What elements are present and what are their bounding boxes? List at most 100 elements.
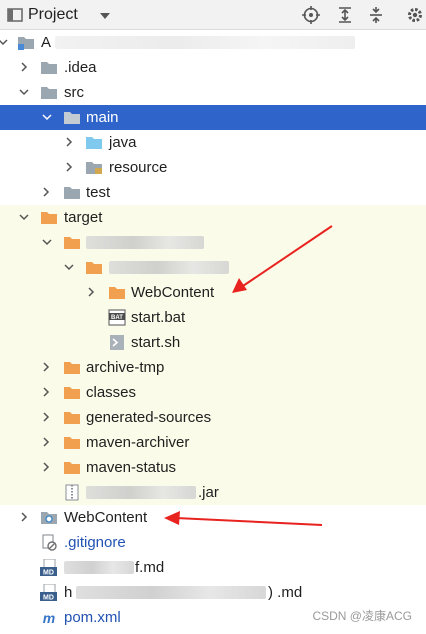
svg-text:MD: MD <box>43 595 54 602</box>
tree-row-java[interactable]: java <box>0 130 426 155</box>
root-label: A <box>41 34 52 51</box>
svg-text:BAT: BAT <box>111 315 123 321</box>
resource-folder-icon <box>86 162 102 174</box>
chevron-down-icon[interactable] <box>42 237 52 247</box>
chevron-right-icon[interactable] <box>41 187 51 197</box>
project-view-title[interactable]: Project <box>28 5 78 24</box>
chevron-right-icon[interactable] <box>41 412 51 422</box>
excluded-folder-icon <box>64 237 80 249</box>
pom-label: pom.xml <box>64 609 121 626</box>
chevron-right-icon[interactable] <box>41 462 51 472</box>
excluded-folder-icon <box>41 212 57 224</box>
folder-icon <box>64 112 80 124</box>
svg-text:m: m <box>43 610 55 626</box>
bat-file-icon: BAT <box>108 309 126 326</box>
redacted-path <box>55 36 355 49</box>
tree-row-md-1[interactable]: MD f.md <box>0 555 426 580</box>
excluded-folder-icon <box>64 362 80 374</box>
project-view-icon[interactable] <box>6 6 24 24</box>
chevron-right-icon[interactable] <box>41 437 51 447</box>
md-1-suffix: f.md <box>135 559 165 576</box>
md-2-suffix: ) .md <box>268 584 303 601</box>
target-label: target <box>64 209 103 226</box>
gitignore-label: .gitignore <box>64 534 126 551</box>
tree-row-webcontent-inner[interactable]: WebContent <box>0 280 426 305</box>
classes-label: classes <box>86 384 137 401</box>
tree-row-start-bat[interactable]: BAT start.bat <box>0 305 426 330</box>
web-folder-icon <box>41 512 57 524</box>
watermark: CSDN @凌康ACG <box>312 609 412 623</box>
chevron-down-icon[interactable] <box>64 262 74 272</box>
excluded-folder-icon <box>64 462 80 474</box>
start-sh-label: start.sh <box>131 334 181 351</box>
chevron-down-icon[interactable] <box>42 112 52 122</box>
redacted-name <box>64 561 134 574</box>
tree-row-test[interactable]: test <box>0 180 426 205</box>
excluded-folder-icon <box>64 412 80 424</box>
start-bat-label: start.bat <box>131 309 186 326</box>
tree-row-maven-archiver[interactable]: maven-archiver <box>0 430 426 455</box>
tree-row-maven-status[interactable]: maven-status <box>0 455 426 480</box>
generated-sources-label: generated-sources <box>86 409 212 426</box>
chevron-right-icon[interactable] <box>41 387 51 397</box>
test-label: test <box>86 184 111 201</box>
chevron-down-icon[interactable] <box>96 7 114 25</box>
main-label: main <box>86 109 119 126</box>
tree-row-archive-tmp[interactable]: archive-tmp <box>0 355 426 380</box>
tree-row-gitignore[interactable]: .gitignore <box>0 530 426 555</box>
webcontent-label: WebContent <box>64 509 148 526</box>
idea-label: .idea <box>64 59 97 76</box>
excluded-folder-icon <box>109 287 125 299</box>
folder-icon <box>41 87 57 99</box>
chevron-down-icon[interactable] <box>0 37 8 47</box>
tree-row-src[interactable]: src <box>0 80 426 105</box>
chevron-down-icon[interactable] <box>19 87 29 97</box>
chevron-right-icon[interactable] <box>86 287 96 297</box>
project-tree: A .idea src main java resource test targ… <box>0 30 426 634</box>
maven-status-label: maven-status <box>86 459 177 476</box>
tree-row-main[interactable]: main <box>0 105 426 130</box>
tree-row-idea[interactable]: .idea <box>0 55 426 80</box>
redacted-name <box>76 586 266 599</box>
markdown-file-icon: MD <box>40 559 57 577</box>
tree-row-webcontent[interactable]: WebContent <box>0 505 426 530</box>
tree-row-redacted-folder[interactable] <box>0 230 426 255</box>
excluded-folder-icon <box>86 262 102 274</box>
chevron-right-icon[interactable] <box>64 137 74 147</box>
tree-row-generated-sources[interactable]: generated-sources <box>0 405 426 430</box>
chevron-right-icon[interactable] <box>41 362 51 372</box>
tree-row-redacted-subfolder[interactable] <box>0 255 426 280</box>
folder-icon <box>64 187 80 199</box>
collapse-all-icon[interactable] <box>367 6 385 24</box>
redacted-name <box>86 236 204 249</box>
module-folder-icon <box>18 37 34 50</box>
md-2-prefix: h <box>64 584 73 601</box>
tree-row-md-2[interactable]: MD h ) .md <box>0 580 426 605</box>
archive-file-icon <box>65 484 79 501</box>
java-label: java <box>109 134 137 151</box>
tree-row-resource[interactable]: resource <box>0 155 426 180</box>
tree-row-root[interactable]: A <box>0 30 426 55</box>
chevron-right-icon[interactable] <box>19 62 29 72</box>
archive-tmp-label: archive-tmp <box>86 359 165 376</box>
folder-icon <box>41 62 57 74</box>
tree-row-start-sh[interactable]: start.sh <box>0 330 426 355</box>
markdown-file-icon: MD <box>40 584 57 602</box>
tree-row-target[interactable]: target <box>0 205 426 230</box>
chevron-right-icon[interactable] <box>64 162 74 172</box>
chevron-right-icon[interactable] <box>19 512 29 522</box>
webcontent-inner-label: WebContent <box>131 284 215 301</box>
settings-icon[interactable] <box>406 6 424 24</box>
chevron-down-icon[interactable] <box>19 212 29 222</box>
tree-row-classes[interactable]: classes <box>0 380 426 405</box>
project-toolbar: Project <box>0 0 426 30</box>
svg-text:MD: MD <box>43 570 54 577</box>
locate-icon[interactable] <box>302 6 320 24</box>
excluded-folder-icon <box>64 387 80 399</box>
expand-all-icon[interactable] <box>336 6 354 24</box>
redacted-name <box>109 261 229 274</box>
excluded-folder-icon <box>64 437 80 449</box>
resource-label: resource <box>109 159 168 176</box>
tree-row-jar[interactable]: .jar <box>0 480 426 505</box>
redacted-name <box>86 486 196 499</box>
